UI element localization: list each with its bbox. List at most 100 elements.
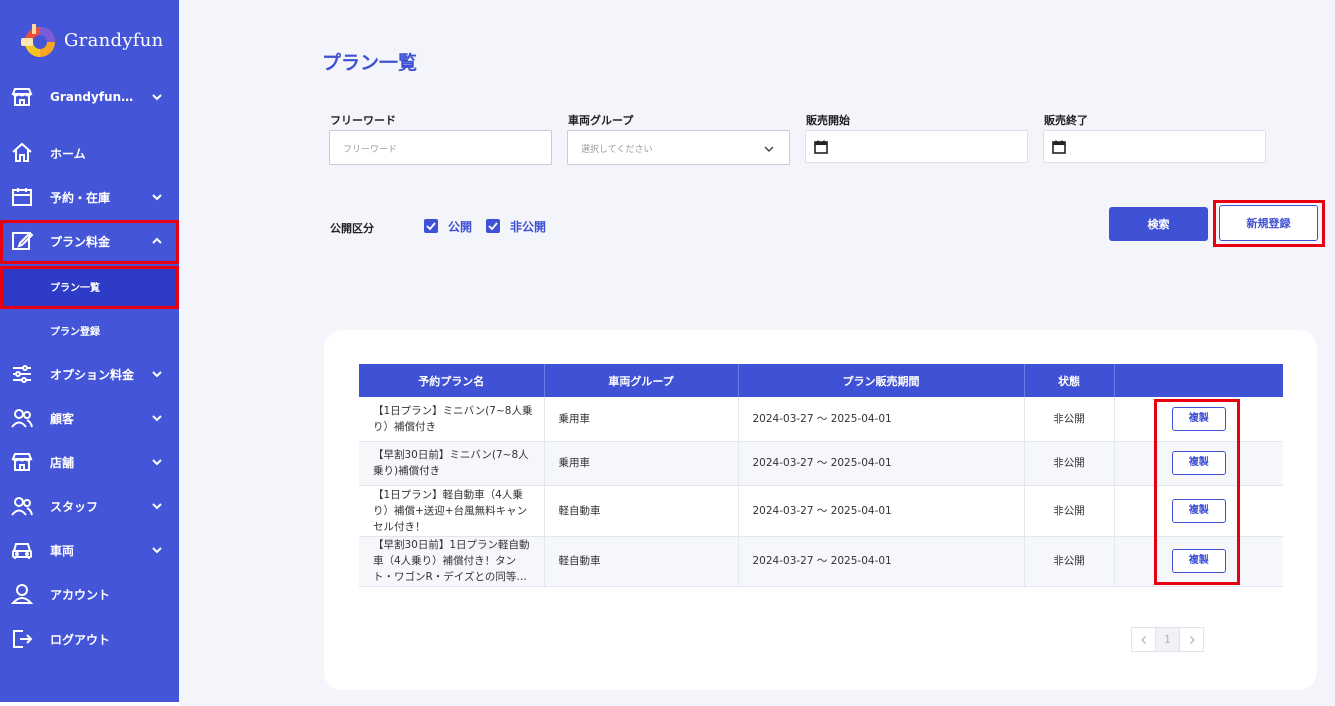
duplicate-button[interactable]: 複製 [1171,498,1226,523]
store-icon [11,88,33,106]
status-cell: 非公開 [1024,397,1115,442]
sale-period-cell: 2024-03-27 ～ 2025-04-01 [738,397,1025,442]
next-page-button[interactable] [1179,627,1204,652]
sidebar-item-home[interactable]: ホーム [0,134,179,172]
private-checkbox-label[interactable]: 非公開 [510,218,546,235]
search-button[interactable]: 検索 [1109,207,1208,241]
brand-name: Grandyfun [64,29,164,51]
table-row[interactable]: 【1日プラン】軽自動車（4人乗り）補償+送迎+台風無料キャンセル付き！ 軽自動車… [359,485,1283,537]
plan-name[interactable]: 【1日プラン】軽自動車（4人乗り）補償+送迎+台風無料キャンセル付き！ [373,487,536,535]
brand-logo[interactable]: Grandyfun [18,20,164,60]
duplicate-button[interactable]: 複製 [1171,451,1226,475]
sidebar-item-label: 顧客 [50,411,75,426]
sale-start-date-input[interactable] [805,130,1028,163]
table-row[interactable]: 【早割30日前】1日プラン軽自動車（4人乗り）補償付き！タント・ワゴンR・デイズ… [359,536,1283,587]
column-header-vehicle-group[interactable]: 車両グループ [544,364,739,397]
vehicle-group-cell: 軽自動車 [544,485,739,537]
chevron-down-icon [764,146,774,153]
sidebar-subitem-plan-list[interactable]: プラン一覧 [0,266,179,306]
sidebar-item-account[interactable]: アカウント [0,575,179,613]
page-title: プラン一覧 [322,52,418,74]
plan-table: 予約プラン名 車両グループ プラン販売期間 状態 【1日プラン】ミニバン(7~8… [359,364,1283,587]
sliders-icon [13,365,31,383]
sidebar-item-label: スタッフ [50,499,99,514]
edit-icon [12,231,34,250]
sale-end-date-input[interactable] [1043,130,1266,163]
chevron-down-icon [152,503,162,510]
sidebar-item-plan-pricing[interactable]: プラン料金 [0,222,179,260]
sale-period-cell: 2024-03-27 ～ 2025-04-01 [738,441,1025,486]
plan-name[interactable]: 【1日プラン】ミニバン(7~8人乗り）補償付き [373,403,536,435]
sidebar-item-option-pricing[interactable]: オプション料金 [0,355,179,393]
vehicle-group-cell: 乗用車 [544,397,739,442]
sidebar-subitem-label: プラン一覧 [50,282,100,294]
private-checkbox[interactable] [486,219,500,233]
freeword-label: フリーワード [330,114,396,127]
column-header-sale-period[interactable]: プラン販売期間 [738,364,1025,397]
store-selector-label: Grandyfun… [50,90,134,104]
sale-start-label: 販売開始 [806,114,850,127]
freeword-input[interactable]: フリーワード [329,130,552,165]
duplicate-button[interactable]: 複製 [1171,549,1226,573]
chevron-down-icon [152,547,162,554]
users-icon [11,497,33,516]
sidebar-item-label: アカウント [50,587,111,602]
car-icon [12,543,32,559]
chevron-right-icon [1189,635,1195,644]
store-icon [11,453,33,471]
freeword-placeholder: フリーワード [343,145,398,155]
vehicle-group-select[interactable]: 選択してください [567,130,790,165]
table-header-row: 予約プラン名 車両グループ プラン販売期間 状態 [359,364,1283,397]
home-icon [12,142,32,162]
calendar-icon [1052,140,1066,154]
chevron-down-icon [152,194,162,201]
page-number-current[interactable]: 1 [1155,627,1180,652]
new-register-button[interactable]: 新規登録 [1219,205,1318,241]
sidebar-item-customers[interactable]: 顧客 [0,399,179,437]
sidebar-subitem-plan-register[interactable]: プラン登録 [0,310,179,350]
sidebar-item-label: オプション料金 [50,367,135,382]
sidebar-item-logout[interactable]: ログアウト [0,620,179,658]
prev-page-button[interactable] [1131,627,1156,652]
column-header-plan-name[interactable]: 予約プラン名 [359,364,545,397]
chevron-down-icon [152,371,162,378]
vehicle-group-cell: 乗用車 [544,441,739,486]
public-checkbox[interactable] [424,219,438,233]
column-header-actions [1114,364,1283,397]
chevron-left-icon [1140,635,1146,644]
sidebar-item-reservations[interactable]: 予約・在庫 [0,178,179,216]
sidebar-item-stores[interactable]: 店舗 [0,443,179,481]
plan-name[interactable]: 【早割30日前】1日プラン軽自動車（4人乗り）補償付き！タント・ワゴンR・デイズ… [373,537,536,585]
users-icon [11,409,33,428]
sidebar-item-label: 店舗 [50,455,75,470]
chevron-down-icon [152,94,162,101]
sale-end-label: 販売終了 [1044,114,1088,127]
sidebar: Grandyfun Grandyfun… ホーム 予約・在庫 プラン料金 プラン… [0,0,179,702]
store-selector[interactable]: Grandyfun… [0,78,179,116]
calendar-icon [12,188,32,206]
duplicate-button[interactable]: 複製 [1171,406,1226,431]
status-cell: 非公開 [1024,485,1115,537]
sale-period-cell: 2024-03-27 ～ 2025-04-01 [738,485,1025,537]
table-row[interactable]: 【早割30日前】ミニバン(7~8人乗り)補償付き 乗用車 2024-03-27 … [359,441,1283,486]
table-row[interactable]: 【1日プラン】ミニバン(7~8人乗り）補償付き 乗用車 2024-03-27 ～… [359,397,1283,442]
publication-label: 公開区分 [330,222,374,235]
plan-name[interactable]: 【早割30日前】ミニバン(7~8人乗り)補償付き [373,447,536,479]
status-cell: 非公開 [1024,536,1115,587]
sidebar-item-staff[interactable]: スタッフ [0,487,179,525]
public-checkbox-label[interactable]: 公開 [448,218,472,235]
sidebar-item-vehicles[interactable]: 車両 [0,531,179,569]
calendar-icon [814,140,828,154]
check-icon [426,222,436,231]
user-icon [10,584,34,604]
chevron-down-icon [152,459,162,466]
vehicle-group-label: 車両グループ [568,114,634,127]
vehicle-group-placeholder: 選択してください [581,145,653,155]
sidebar-item-label: プラン料金 [50,234,111,249]
column-header-status[interactable]: 状態 [1024,364,1115,397]
sidebar-item-label: 予約・在庫 [50,190,111,205]
logout-icon [13,630,33,648]
chevron-down-icon [152,415,162,422]
chevron-up-icon [152,237,162,244]
sale-period-cell: 2024-03-27 ～ 2025-04-01 [738,536,1025,587]
